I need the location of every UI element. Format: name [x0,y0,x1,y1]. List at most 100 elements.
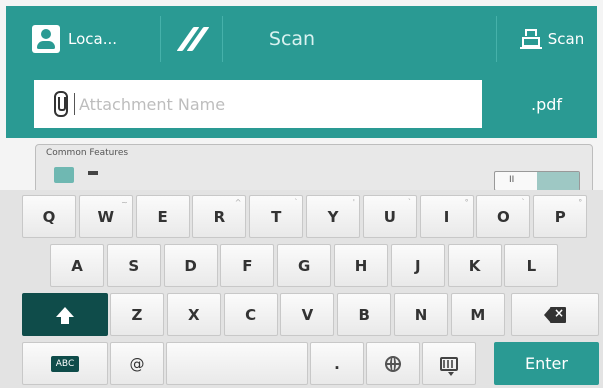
key-label: F [242,256,253,275]
key-w[interactable]: W ~ [78,195,133,238]
period-key[interactable]: . [310,342,364,385]
feature-text [88,171,98,175]
scan-button[interactable]: Scan [502,6,602,72]
key-label: C [245,305,257,324]
user-label: Loca... [68,30,118,48]
globe-icon [385,355,401,372]
keyboard-row-2: ASDFGHJKL [0,241,603,290]
key-e[interactable]: E [135,195,190,238]
at-key[interactable]: @ [110,342,164,385]
keyboard-icon [440,356,458,376]
key-label: X [188,305,200,324]
key-s[interactable]: S [106,244,161,287]
shift-key[interactable] [22,293,108,336]
shift-arrow-icon [56,306,74,324]
key-label: W [97,207,115,226]
common-features-panel: Common Features II [35,144,593,194]
key-l[interactable]: L [504,244,559,287]
enter-key[interactable]: Enter [494,342,599,385]
key-x[interactable]: X [166,293,221,336]
key-label: Z [131,305,143,324]
key-u[interactable]: U ` [362,195,417,238]
key-o[interactable]: O ` [476,195,531,238]
key-label: V [301,305,314,324]
key-label: Q [42,207,56,226]
key-label: Y [327,207,339,226]
paperclip-icon [52,91,70,117]
features-label: Common Features [46,148,129,158]
user-icon [32,25,60,53]
toggle-half [537,172,579,190]
key-j[interactable]: J [390,244,445,287]
key-a[interactable]: A [50,244,104,287]
scanner-icon [519,28,542,50]
key-accent-hint: ° [578,198,583,207]
key-n[interactable]: N [394,293,448,336]
key-label: H [354,256,368,275]
file-extension-button[interactable]: .pdf [490,80,603,128]
key-accent-hint: ` [294,198,299,207]
key-y[interactable]: Y ' [306,195,360,238]
key-t[interactable]: T ` [249,195,304,238]
feature-icon[interactable] [54,167,74,183]
key-r[interactable]: R ^ [192,195,247,238]
toggle-mark: II [509,175,515,185]
key-f[interactable]: F [220,244,275,287]
key-label: L [526,256,537,275]
key-label: A [71,256,83,275]
key-accent-hint: ° [464,198,469,207]
key-label: K [468,256,481,275]
key-g[interactable]: G [277,244,332,287]
key-accent-hint: ` [521,198,526,207]
key-label: M [470,305,486,324]
key-p[interactable]: P ° [533,195,588,238]
key-d[interactable]: D [163,244,218,287]
key-label: J [415,256,421,275]
language-label: ABC [50,355,80,372]
page-title: Scan [268,28,316,50]
key-accent-hint: ~ [121,198,128,207]
attachment-name-input[interactable] [77,93,461,115]
key-label: O [497,207,510,226]
key-label: E [157,207,168,226]
key-accent-hint: ^ [234,198,242,207]
key-c[interactable]: C [223,293,278,336]
space-key[interactable] [166,342,308,385]
backspace-key[interactable]: × [511,293,599,336]
globe-key[interactable] [366,342,420,385]
top-bar: Loca... Scan Scan [0,0,603,72]
key-q[interactable]: Q [22,195,76,238]
key-label: U [383,207,396,226]
key-v[interactable]: V [280,293,335,336]
scan-button-label: Scan [547,30,585,48]
key-m[interactable]: M [450,293,505,336]
hide-keyboard-key[interactable] [422,342,476,385]
key-label: N [414,305,428,324]
key-z[interactable]: Z [110,293,164,336]
key-label: G [298,256,311,275]
key-accent-hint: ' [352,198,355,207]
key-label: B [358,305,370,324]
key-label: D [184,256,197,275]
key-k[interactable]: K [447,244,502,287]
key-label: S [128,256,140,275]
key-h[interactable]: H [334,244,388,287]
user-button[interactable]: Loca... [32,6,117,72]
language-key[interactable]: ABC [22,342,108,385]
keyboard-row-4: ABC @ . Enter [0,339,603,388]
key-label: P [554,207,566,226]
separator [496,16,497,62]
attachment-name-box[interactable] [34,80,482,128]
key-b[interactable]: B [337,293,392,336]
feature-toggle[interactable]: II [494,171,580,191]
key-label: R [213,207,226,226]
attachment-row: .pdf [0,72,603,138]
key-i[interactable]: I ° [419,195,474,238]
on-screen-keyboard: Q W ~ E R ^ T ` Y ' U ` I ° O ` P ° ASDFGHJKL × ZXCVBNM A… [0,190,603,388]
separator [160,16,161,62]
reset-button[interactable] [166,6,222,72]
keyboard-row-1: Q W ~ E R ^ T ` Y ' U ` I ° O ` P ° [0,192,603,241]
key-label: T [271,207,282,226]
keyboard-row-3: × Z X C V B N M [0,290,603,339]
text-caret [74,93,75,115]
